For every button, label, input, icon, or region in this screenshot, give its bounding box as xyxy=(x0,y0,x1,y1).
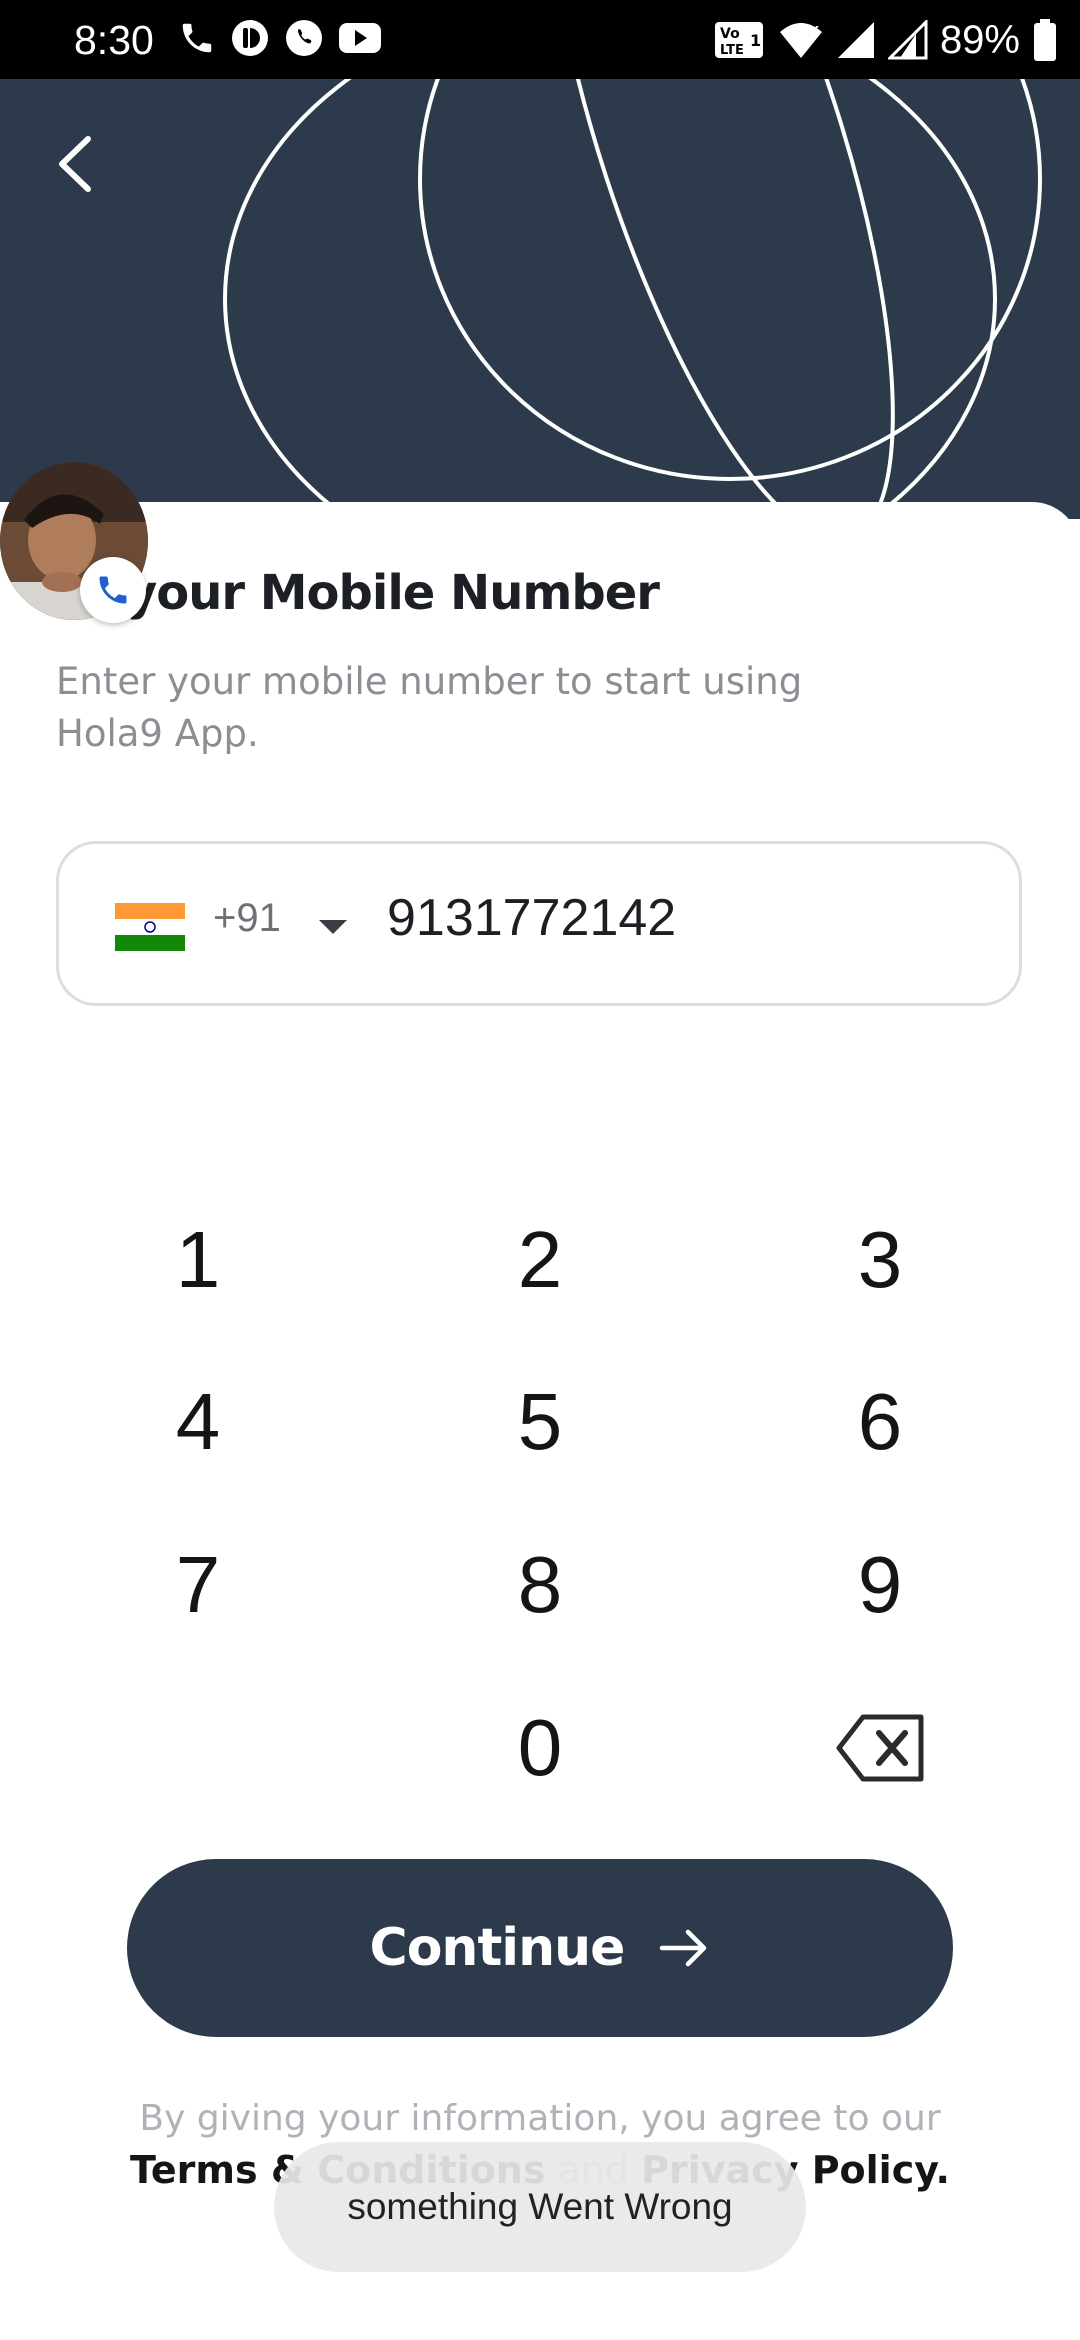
header-banner xyxy=(0,79,1080,519)
svg-text:LTE: LTE xyxy=(720,43,744,58)
battery-icon xyxy=(1034,19,1056,61)
status-bar: 8:30 Vo LTE 1 x 89% xyxy=(0,0,1080,79)
phone-icon xyxy=(99,576,127,604)
phone-number-value[interactable]: 9131772142 xyxy=(387,888,676,948)
key-5[interactable]: 5 xyxy=(440,1362,640,1482)
decorative-circles xyxy=(223,79,1042,519)
page-subtitle: Enter your mobile number to start using … xyxy=(56,660,803,755)
back-button[interactable] xyxy=(44,129,114,199)
whatsapp-icon xyxy=(286,20,322,56)
key-9[interactable]: 9 xyxy=(780,1525,980,1645)
country-code[interactable]: +91 xyxy=(213,896,281,941)
svg-text:x: x xyxy=(810,22,819,38)
signal-2-icon xyxy=(887,20,928,60)
battery-percent: 89% xyxy=(939,18,1020,62)
phone-number-field[interactable]: +91 9131772142 xyxy=(56,841,1022,1006)
key-1[interactable]: 1 xyxy=(98,1200,298,1320)
key-6[interactable]: 6 xyxy=(780,1362,980,1482)
continue-button[interactable]: Continue xyxy=(127,1859,953,2037)
svg-text:1: 1 xyxy=(750,31,761,50)
continue-label: Continue xyxy=(369,1918,626,1978)
status-icons-right: Vo LTE 1 x 89% xyxy=(714,12,1058,68)
volte-icon: VoLTE 1 xyxy=(714,22,763,58)
key-3[interactable]: 3 xyxy=(780,1200,980,1320)
signal-icon xyxy=(837,22,874,58)
screen: 8:30 Vo LTE 1 x 89% er your Mobile Number xyxy=(0,0,1080,2340)
key-8[interactable]: 8 xyxy=(440,1525,640,1645)
youtube-icon xyxy=(339,23,381,53)
key-7[interactable]: 7 xyxy=(98,1525,298,1645)
key-2[interactable]: 2 xyxy=(440,1200,640,1320)
chevron-down-icon[interactable] xyxy=(319,920,347,934)
agreement-text: By giving your information, you agree to… xyxy=(139,2098,941,2139)
status-time: 8:30 xyxy=(74,17,154,63)
backspace-icon xyxy=(836,1714,924,1782)
india-flag-icon xyxy=(115,903,185,951)
wifi-icon: x xyxy=(779,22,822,58)
key-0[interactable]: 0 xyxy=(440,1688,640,1808)
call-badge xyxy=(80,557,146,623)
floating-call-bubble[interactable] xyxy=(0,462,148,623)
phone-icon xyxy=(182,23,212,53)
error-toast: something Went Wrong xyxy=(274,2142,806,2272)
chevron-left-icon xyxy=(59,136,91,192)
key-4[interactable]: 4 xyxy=(98,1362,298,1482)
arrow-right-icon xyxy=(660,1929,707,1967)
status-icons-left xyxy=(178,18,382,58)
svg-text:Vo: Vo xyxy=(720,26,740,42)
backspace-key[interactable] xyxy=(780,1688,980,1808)
app-notification-icon xyxy=(232,20,268,56)
